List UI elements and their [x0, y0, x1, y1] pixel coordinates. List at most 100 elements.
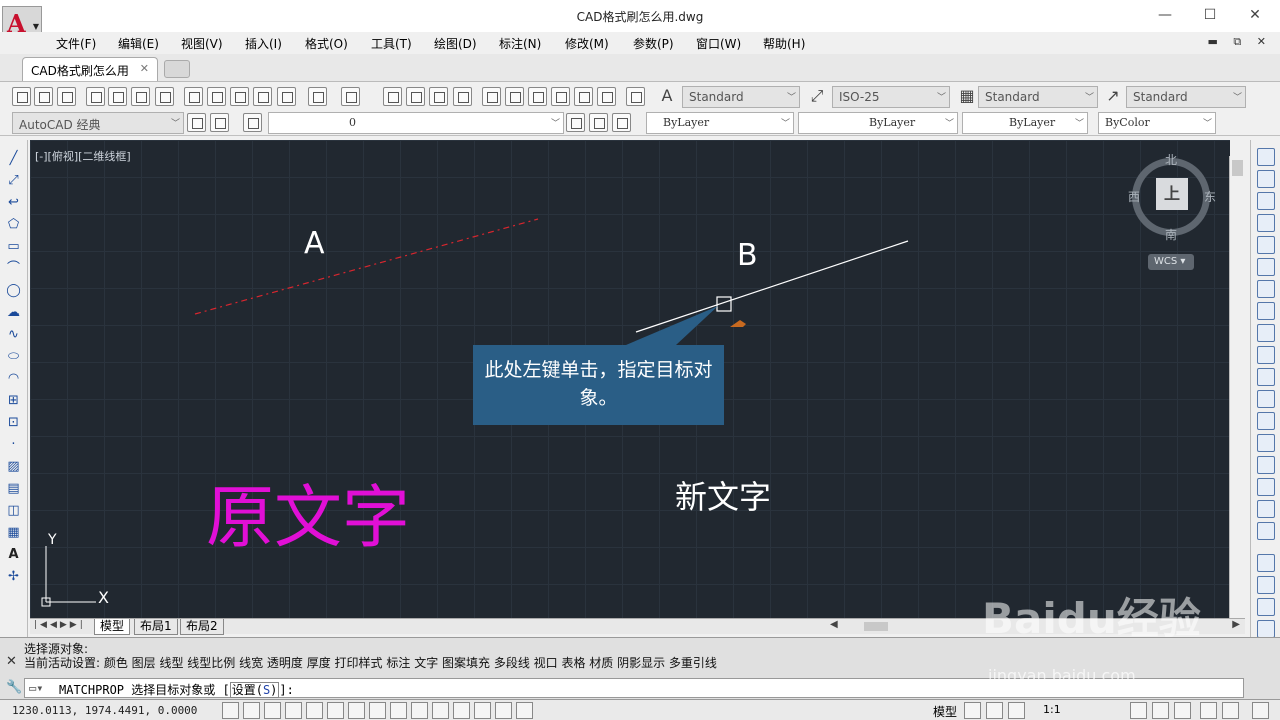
save-icon[interactable]	[57, 87, 76, 106]
customize-icon[interactable]	[210, 113, 229, 132]
object-snap-tracking-icon[interactable]	[369, 702, 386, 719]
draworder-under-icon[interactable]	[1257, 620, 1275, 638]
compass-south[interactable]: 南	[1165, 226, 1177, 243]
menu-modify[interactable]: 修改(M)	[565, 35, 609, 52]
mirror-icon[interactable]	[1257, 192, 1275, 210]
tab-layout1[interactable]: 布局1	[134, 619, 178, 635]
close-command-line-icon[interactable]: ✕	[6, 654, 17, 669]
viewcube-top-face[interactable]: 上	[1156, 178, 1188, 210]
point-icon[interactable]: ·	[5, 436, 22, 453]
cursor-coordinates[interactable]: 1230.0113, 1974.4491, 0.0000	[12, 704, 197, 717]
3d-object-snap-icon[interactable]	[348, 702, 365, 719]
lock-ui-icon[interactable]	[1152, 702, 1169, 719]
markup-icon[interactable]	[574, 87, 593, 106]
maximize-button[interactable]: ☐	[1195, 4, 1225, 26]
source-text-object[interactable]: 原文字	[206, 462, 410, 561]
revision-cloud-icon[interactable]: ☁	[5, 304, 22, 321]
copy-icon[interactable]	[207, 87, 226, 106]
compass-north[interactable]: 北	[1165, 151, 1177, 168]
dynamic-ucs-icon[interactable]	[390, 702, 407, 719]
pan-status-icon[interactable]	[1008, 702, 1025, 719]
copy-object-icon[interactable]	[1257, 170, 1275, 188]
chamfer-icon[interactable]	[1257, 456, 1275, 474]
break-at-point-icon[interactable]	[1257, 390, 1275, 408]
infer-constraints-icon[interactable]	[222, 702, 239, 719]
quick-view-layouts-icon[interactable]	[964, 702, 981, 719]
text-style-select[interactable]: Standard	[682, 86, 800, 108]
table-style-select[interactable]: Standard	[978, 86, 1098, 108]
line-icon[interactable]: ╱	[5, 150, 22, 167]
insert-block-icon[interactable]: ⊞	[5, 392, 22, 409]
print-preview-icon[interactable]	[108, 87, 127, 106]
tab-layout2[interactable]: 布局2	[180, 619, 224, 635]
fillet-icon[interactable]	[1257, 478, 1275, 496]
multiline-text-icon[interactable]: A	[5, 546, 22, 563]
sheet-set-icon[interactable]	[551, 87, 570, 106]
lineweight-select[interactable]: ByLayer	[962, 112, 1088, 134]
object-snap-icon[interactable]	[327, 702, 344, 719]
plotstyle-select[interactable]: ByColor	[1098, 112, 1216, 134]
status-menu-icon[interactable]	[1222, 702, 1239, 719]
gradient-icon[interactable]: ▤	[5, 480, 22, 497]
construction-line-icon[interactable]: ⤢	[5, 172, 22, 189]
rectangle-icon[interactable]: ▭	[5, 238, 22, 255]
annotation-scale[interactable]: 1:1	[1043, 703, 1061, 716]
offset-icon[interactable]	[1257, 214, 1275, 232]
extend-icon[interactable]	[1257, 368, 1275, 386]
hatch-icon[interactable]: ▨	[5, 458, 22, 475]
workspace-switch-icon[interactable]	[1130, 702, 1147, 719]
layer-previous-icon[interactable]	[589, 113, 608, 132]
help-icon[interactable]	[626, 87, 645, 106]
zoom-realtime-icon[interactable]	[406, 87, 425, 106]
compass-east[interactable]: 东	[1204, 188, 1216, 205]
menu-file[interactable]: 文件(F)	[56, 35, 96, 52]
circle-icon[interactable]: ◯	[5, 282, 22, 299]
tab-model[interactable]: 模型	[94, 619, 131, 635]
publish-icon[interactable]	[131, 87, 150, 106]
layer-state-icon[interactable]	[612, 113, 631, 132]
layer-select[interactable]: 0	[268, 112, 564, 134]
close-tab-icon[interactable]: ✕	[140, 62, 149, 75]
open-file-icon[interactable]	[34, 87, 53, 106]
menu-help[interactable]: 帮助(H)	[763, 35, 805, 52]
ellipse-icon[interactable]: ⬭	[5, 348, 22, 365]
command-option-settings[interactable]: 设置(S)	[229, 682, 280, 698]
rotate-icon[interactable]	[1257, 280, 1275, 298]
add-selected-icon[interactable]: ✢	[5, 568, 22, 585]
compass-west[interactable]: 西	[1128, 188, 1140, 205]
match-properties-icon[interactable]	[277, 87, 296, 106]
spline-icon[interactable]: ∿	[5, 326, 22, 343]
vertical-scrollbar[interactable]	[1229, 156, 1245, 618]
quick-view-drawings-icon[interactable]	[986, 702, 1003, 719]
workspace-settings-icon[interactable]	[187, 113, 206, 132]
zoom-previous-icon[interactable]	[453, 87, 472, 106]
scroll-left-icon[interactable]: ◀	[830, 619, 838, 630]
erase-icon[interactable]	[1257, 148, 1275, 166]
design-center-icon[interactable]	[505, 87, 524, 106]
quick-properties-icon[interactable]	[474, 702, 491, 719]
paste-icon[interactable]	[230, 87, 249, 106]
dynamic-input-icon[interactable]	[411, 702, 428, 719]
scroll-right-icon[interactable]: ▶	[1232, 619, 1240, 630]
close-button[interactable]: ✕	[1240, 4, 1270, 26]
stretch-icon[interactable]	[1257, 324, 1275, 342]
make-block-icon[interactable]: ⊡	[5, 414, 22, 431]
horizontal-scroll-thumb[interactable]	[864, 622, 888, 631]
snap-mode-icon[interactable]	[243, 702, 260, 719]
wcs-menu[interactable]: WCS ▾	[1148, 254, 1194, 270]
menu-dimension[interactable]: 标注(N)	[499, 35, 541, 52]
hardware-acceleration-icon[interactable]	[1174, 702, 1191, 719]
grid-display-icon[interactable]	[264, 702, 281, 719]
region-icon[interactable]: ◫	[5, 502, 22, 519]
selection-cycling-icon[interactable]	[495, 702, 512, 719]
new-tab-button[interactable]	[164, 60, 190, 78]
menu-tools[interactable]: 工具(T)	[371, 35, 412, 52]
menu-parametric[interactable]: 参数(P)	[633, 35, 674, 52]
polygon-icon[interactable]: ⬠	[5, 216, 22, 233]
viewcube[interactable]: 上 北 南 西 东 WCS ▾	[1128, 151, 1216, 294]
color-select[interactable]: ByLayer	[646, 112, 794, 134]
lineweight-icon[interactable]	[432, 702, 449, 719]
arc-icon[interactable]: ⌒	[5, 260, 22, 277]
draworder-front-icon[interactable]	[1257, 554, 1275, 572]
linetype-select[interactable]: ByLayer	[798, 112, 958, 134]
